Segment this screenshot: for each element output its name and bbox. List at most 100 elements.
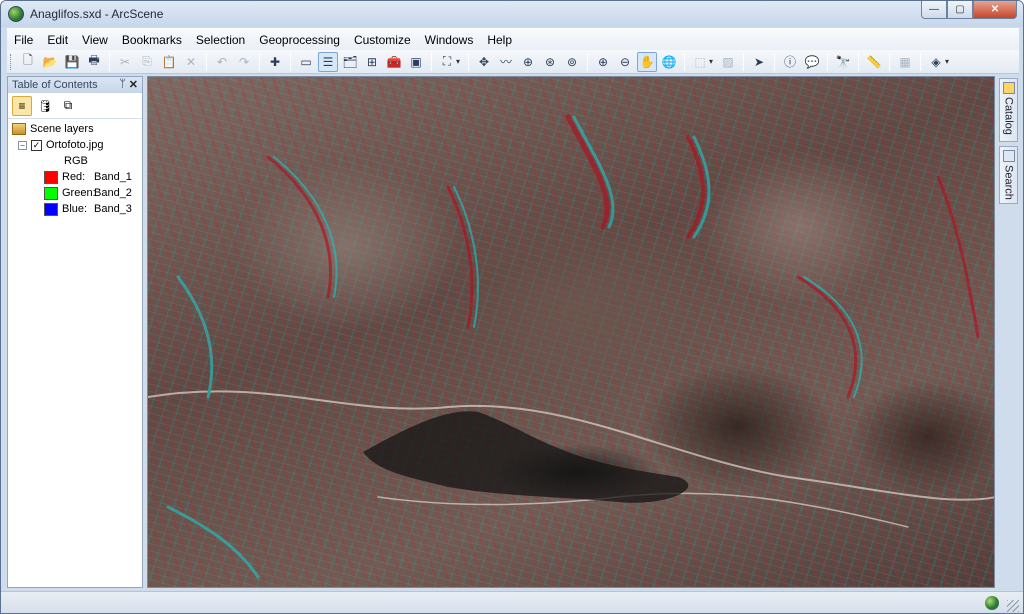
add-data-icon[interactable]: ✚ (265, 52, 285, 72)
menu-bar: File Edit View Bookmarks Selection Geopr… (7, 28, 1019, 50)
search-icon (1002, 150, 1015, 162)
toolbar-separator (889, 52, 890, 71)
band-name: Band_3 (94, 203, 132, 215)
clear-selection-icon[interactable]: ▨ (718, 52, 738, 72)
layer-row[interactable]: − ✓ Ortofoto.jpg (8, 137, 142, 153)
print-icon[interactable]: 🖶 (84, 52, 104, 72)
pin-icon[interactable]: ᛘ (119, 78, 126, 90)
toolbar-separator (431, 52, 432, 71)
toc-view-tabs: ≡ 🛢 ⧉ (8, 93, 142, 119)
toolbar-separator (109, 52, 110, 71)
pan-icon[interactable]: ✋ (637, 51, 657, 72)
scene-layers-label: Scene layers (30, 123, 94, 135)
open-icon[interactable]: 📂 (40, 52, 60, 72)
chevron-down-icon[interactable]: ▾ (945, 57, 953, 66)
search-tab[interactable]: Search (999, 146, 1018, 204)
search-tab-label: Search (1002, 165, 1015, 200)
toolbar-grip[interactable] (10, 53, 14, 70)
list-by-source-icon[interactable]: 🛢 (35, 96, 55, 116)
chevron-down-icon[interactable]: ▾ (456, 57, 464, 66)
list-by-drawing-order-icon[interactable]: ≡ (12, 95, 32, 116)
catalog-tab-label: Catalog (1002, 97, 1015, 135)
paste-icon[interactable]: 📋 (159, 52, 179, 72)
select-features-icon[interactable]: ⬚ (690, 52, 710, 72)
menu-edit[interactable]: Edit (40, 29, 75, 51)
maximize-button[interactable]: ▢ (947, 1, 973, 19)
collapse-icon[interactable]: − (18, 140, 27, 150)
layers-icon (12, 123, 26, 135)
menu-windows[interactable]: Windows (418, 29, 481, 51)
green-swatch[interactable] (44, 186, 58, 200)
band-channel: Green: (62, 187, 96, 199)
list-by-visibility-icon[interactable]: ⧉ (58, 96, 78, 116)
window-controls: — ▢ ✕ (921, 1, 1017, 19)
zoom-to-target-icon[interactable]: ⊛ (540, 52, 560, 72)
close-button[interactable]: ✕ (973, 1, 1017, 19)
app-window: Anaglifos.sxd - ArcScene — ▢ ✕ File Edit… (0, 0, 1024, 614)
toolbar-separator (774, 52, 775, 71)
anaglyph-terrain (148, 114, 994, 579)
zoom-in-icon[interactable]: ⊕ (593, 52, 613, 72)
animation-icon[interactable]: ▦ (895, 52, 915, 72)
menu-view[interactable]: View (75, 29, 115, 51)
catalog-tab[interactable]: Catalog (999, 78, 1018, 142)
search-window-icon[interactable]: ⊞ (362, 52, 382, 72)
identify-icon[interactable]: ⓘ (780, 52, 800, 72)
measure-icon[interactable]: 📏 (864, 52, 884, 72)
fly-icon[interactable]: 〰 (496, 52, 516, 72)
python-icon[interactable]: ▣ (406, 52, 426, 72)
html-popup-icon[interactable]: 💬 (802, 52, 822, 72)
full-extent-icon[interactable]: 🌐 (659, 52, 679, 72)
find-icon[interactable]: 🔭 (833, 52, 853, 72)
menu-help[interactable]: Help (480, 29, 519, 51)
blue-swatch[interactable] (44, 202, 58, 216)
model-builder-icon[interactable]: ⛶ (437, 52, 457, 72)
toolbar-separator (290, 52, 291, 71)
renderer-label: RGB (64, 155, 88, 167)
catalog-window-icon[interactable]: 🗂 (340, 52, 360, 72)
minimize-button[interactable]: — (921, 1, 947, 19)
globe-icon (985, 596, 999, 610)
menu-geoprocessing[interactable]: Geoprocessing (252, 29, 347, 51)
band-row-green[interactable]: Green: Band_2 (8, 185, 142, 201)
band-channel: Blue: (62, 203, 88, 215)
band-row-red[interactable]: Red: Band_1 (8, 169, 142, 185)
menu-customize[interactable]: Customize (347, 29, 418, 51)
band-name: Band_2 (94, 187, 132, 199)
toolbar-separator (259, 52, 260, 71)
set-observer-icon[interactable]: ⊚ (562, 52, 582, 72)
zoom-out-icon[interactable]: ⊖ (615, 52, 635, 72)
band-row-blue[interactable]: Blue: Band_3 (8, 201, 142, 217)
table-of-contents-panel: Table of Contents ᛘ ✕ ≡ 🛢 ⧉ Scene layers… (7, 76, 143, 588)
close-icon[interactable]: ✕ (129, 78, 138, 91)
scene-properties-icon[interactable]: ▭ (296, 52, 316, 72)
save-icon[interactable]: 💾 (62, 52, 82, 72)
delete-icon[interactable]: ✕ (181, 52, 201, 72)
title-bar[interactable]: Anaglifos.sxd - ArcScene — ▢ ✕ (1, 1, 1023, 27)
select-elements-icon[interactable]: ➤ (749, 52, 769, 72)
layer-name[interactable]: Ortofoto.jpg (46, 139, 103, 151)
copy-icon[interactable]: ⎘ (137, 52, 157, 72)
navigate-icon[interactable]: ✥ (474, 52, 494, 72)
layer-visibility-checkbox[interactable]: ✓ (31, 139, 42, 151)
standard-toolbar: 🗋 📂 💾 🖶 ✂ ⎘ 📋 ✕ ↶ ↷ ✚ ▭ ☰ 🗂 ⊞ 🧰 ▣ ⛶ ▾ ✥ … (7, 50, 1019, 74)
toc-window-icon[interactable]: ☰ (318, 51, 338, 72)
redo-icon[interactable]: ↷ (234, 52, 254, 72)
chevron-down-icon[interactable]: ▾ (709, 57, 717, 66)
arctoolbox-icon[interactable]: 🧰 (384, 52, 404, 72)
cut-icon[interactable]: ✂ (115, 52, 135, 72)
menu-bookmarks[interactable]: Bookmarks (115, 29, 189, 51)
red-swatch[interactable] (44, 170, 58, 184)
scene-view-3d-anaglyph[interactable] (147, 76, 995, 588)
3d-effects-icon[interactable]: ◈ (926, 52, 946, 72)
menu-file[interactable]: File (7, 29, 40, 51)
menu-selection[interactable]: Selection (189, 29, 252, 51)
undo-icon[interactable]: ↶ (212, 52, 232, 72)
scene-layers-row[interactable]: Scene layers (8, 121, 142, 137)
resize-grip[interactable] (1007, 600, 1019, 612)
arcscene-app-icon[interactable] (8, 6, 24, 22)
target-center-icon[interactable]: ⊕ (518, 52, 538, 72)
toolbar-separator (743, 52, 744, 71)
status-bar (1, 591, 1023, 613)
new-icon[interactable]: 🗋 (18, 52, 38, 72)
